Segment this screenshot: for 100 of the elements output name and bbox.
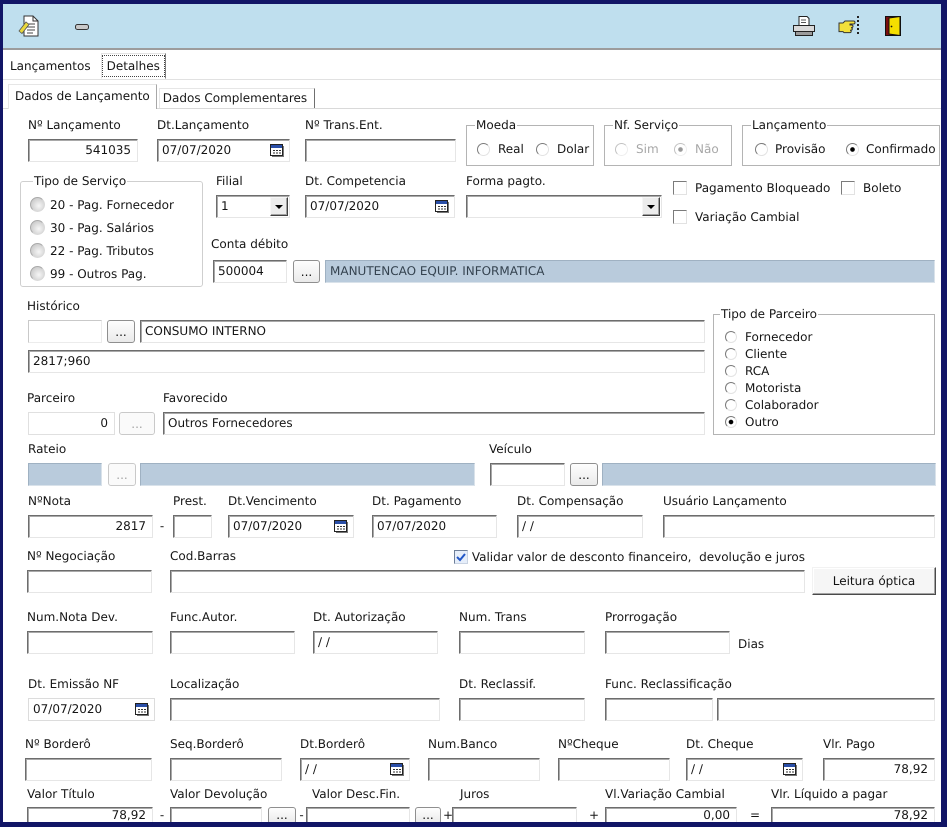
ellipsis-button[interactable]: ... [268, 807, 296, 822]
date-field[interactable]: 07/07/2020 [157, 139, 290, 162]
checkbox[interactable]: Pagamento Bloqueado [673, 181, 841, 195]
pointing-hand-icon[interactable] [838, 16, 860, 36]
date-field[interactable]: 07/07/2020 [305, 195, 455, 218]
input-field[interactable] [170, 698, 440, 721]
input-field[interactable] [459, 698, 585, 721]
group-title: Moeda [475, 118, 518, 133]
input-field[interactable]: 541035 [28, 139, 138, 162]
input-field[interactable]: 78,92 [27, 807, 153, 822]
field-label: Favorecido [163, 391, 228, 406]
input-field[interactable] [663, 515, 935, 538]
group-title: Tipo de Serviço [33, 174, 128, 189]
door-icon[interactable] [885, 16, 901, 36]
radio-button[interactable]: 22 - Pag. Tributos [30, 239, 154, 262]
checkbox[interactable]: Variação Cambial [673, 210, 841, 224]
input-field[interactable] [428, 758, 540, 781]
dropdown-button[interactable] [270, 197, 288, 216]
radio-button[interactable]: Real [477, 142, 536, 156]
date-field[interactable]: 07/07/2020 [228, 515, 354, 538]
field-label: Juros [458, 787, 490, 802]
document-icon[interactable] [18, 15, 40, 37]
field-label: Dt. Emissão NF [28, 677, 120, 692]
input-field[interactable]: 07/07/2020 [372, 515, 497, 538]
input-field[interactable]: 2817;960 [28, 350, 705, 373]
dropdown-button[interactable] [642, 197, 660, 216]
input-field[interactable] [27, 631, 153, 654]
input-field[interactable] [605, 631, 730, 654]
input-field[interactable]: 2817 [28, 515, 153, 538]
input-field[interactable] [490, 463, 565, 486]
input-field[interactable] [558, 758, 670, 781]
input-field[interactable]: / / [517, 515, 643, 538]
input-field[interactable] [170, 758, 282, 781]
input-field[interactable] [452, 807, 577, 822]
radio-button[interactable]: Confirmado [846, 142, 936, 156]
radio-button[interactable]: Provisão [755, 142, 846, 156]
radio-button[interactable]: Motorista [725, 379, 802, 396]
field-label: Conta débito [211, 237, 288, 252]
tab[interactable]: Dados de Lançamento [8, 84, 157, 109]
input-field[interactable]: 0 [28, 412, 115, 435]
tab[interactable]: Lançamentos [4, 56, 97, 79]
input-field[interactable]: CONSUMO INTERNO [140, 320, 705, 343]
radio-button[interactable]: Outro [725, 413, 779, 430]
group-title: Lançamento [751, 118, 828, 133]
input-field[interactable] [717, 698, 935, 721]
dropdown-field[interactable] [466, 195, 662, 218]
tab[interactable]: Detalhes [100, 53, 166, 79]
checkbox[interactable]: Boleto [841, 181, 902, 195]
input-field[interactable] [305, 139, 456, 162]
input-field[interactable] [27, 570, 152, 593]
field-label: Filial [216, 174, 243, 189]
field-label: Dt. Cheque [686, 737, 754, 752]
input-field[interactable] [170, 807, 262, 822]
radio-button[interactable]: 30 - Pag. Salários [30, 216, 154, 239]
input-field[interactable]: 0,00 [605, 807, 737, 822]
field-label: Prorrogação [605, 610, 678, 625]
input-field[interactable] [306, 807, 410, 822]
field-label: Nº Lançamento [28, 118, 121, 133]
dropdown-field[interactable]: 1 [216, 195, 290, 218]
radio-button[interactable]: Colaborador [725, 396, 819, 413]
field-label: Prest. [173, 494, 207, 509]
calendar-icon[interactable] [435, 200, 449, 213]
calendar-icon[interactable] [783, 763, 797, 776]
minus-icon[interactable] [75, 24, 89, 30]
input-field[interactable] [25, 758, 152, 781]
input-field[interactable]: 78,92 [823, 758, 935, 781]
input-field[interactable] [173, 515, 212, 538]
radio-button[interactable]: RCA [725, 362, 770, 379]
input-field[interactable]: Outros Fornecedores [163, 412, 705, 435]
ellipsis-button[interactable]: ... [570, 463, 598, 486]
input-field[interactable] [170, 570, 805, 593]
radio-button[interactable]: Fornecedor [725, 328, 812, 345]
input-field[interactable] [28, 320, 102, 343]
radio-button[interactable]: 99 - Outros Pag. [30, 262, 147, 285]
radio-button[interactable]: Cliente [725, 345, 788, 362]
field-label: Dt. Competencia [305, 174, 406, 189]
calendar-icon[interactable] [334, 520, 348, 533]
field-label: Func. Reclassificação [605, 677, 732, 692]
input-field[interactable]: 500004 [213, 260, 287, 283]
calendar-icon[interactable] [390, 763, 404, 776]
ellipsis-button[interactable]: ... [293, 260, 320, 283]
calendar-icon[interactable] [270, 144, 284, 157]
date-field[interactable]: / / [300, 758, 410, 781]
checkbox[interactable]: Validar valor de desconto financeiro, devolução e juros [454, 550, 805, 564]
date-field[interactable]: 07/07/2020 [28, 698, 155, 721]
ellipsis-button[interactable]: ... [415, 807, 441, 822]
tab[interactable]: Dados Complementares [158, 88, 316, 108]
input-field[interactable]: 78,92 [771, 807, 935, 822]
radio-button[interactable]: 20 - Pag. Fornecedor [30, 193, 174, 216]
group-title: Tipo de Parceiro [720, 307, 818, 322]
ellipsis-button[interactable]: ... [107, 320, 135, 343]
input-field[interactable] [459, 631, 585, 654]
printer-icon[interactable] [793, 16, 815, 36]
date-field[interactable]: / / [686, 758, 803, 781]
calendar-icon[interactable] [135, 703, 149, 716]
optical-read-button[interactable]: Leitura óptica [812, 567, 936, 595]
input-field[interactable]: / / [313, 631, 438, 654]
input-field[interactable] [605, 698, 713, 721]
input-field[interactable] [170, 631, 295, 654]
radio-button[interactable]: Dolar [536, 142, 590, 156]
